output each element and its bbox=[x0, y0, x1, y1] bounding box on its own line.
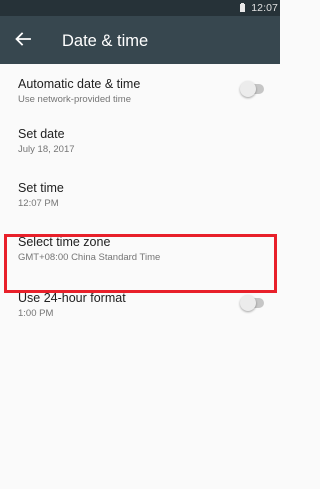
setting-summary: GMT+08:00 China Standard Time bbox=[18, 252, 161, 263]
page-title: Date & time bbox=[62, 32, 149, 50]
setting-set-time[interactable]: Set time 12:07 PM bbox=[0, 168, 280, 222]
toggle-thumb bbox=[240, 295, 256, 311]
settings-list: Automatic date & time Use network-provid… bbox=[0, 64, 280, 332]
setting-title: Set time bbox=[18, 181, 64, 195]
battery-icon bbox=[240, 3, 245, 12]
use-24-hour-format-toggle[interactable] bbox=[240, 295, 266, 311]
app-bar: Date & time bbox=[0, 16, 280, 64]
setting-automatic-date-time[interactable]: Automatic date & time Use network-provid… bbox=[0, 64, 280, 114]
setting-title: Set date bbox=[18, 127, 65, 141]
setting-summary: July 18, 2017 bbox=[18, 144, 75, 155]
setting-title: Select time zone bbox=[18, 235, 111, 249]
status-bar: 12:07 bbox=[0, 0, 280, 16]
setting-summary: 1:00 PM bbox=[18, 308, 54, 319]
setting-title: Use 24-hour format bbox=[18, 291, 126, 305]
automatic-date-time-toggle[interactable] bbox=[240, 81, 266, 97]
setting-select-time-zone[interactable]: Select time zone GMT+08:00 China Standar… bbox=[0, 222, 280, 278]
setting-set-date[interactable]: Set date July 18, 2017 bbox=[0, 114, 280, 168]
toggle-thumb bbox=[240, 81, 256, 97]
back-button[interactable] bbox=[13, 29, 33, 49]
setting-summary: Use network-provided time bbox=[18, 94, 131, 105]
status-time: 12:07 bbox=[251, 2, 278, 14]
setting-summary: 12:07 PM bbox=[18, 198, 59, 209]
arrow-left-icon bbox=[13, 29, 33, 49]
setting-title: Automatic date & time bbox=[18, 77, 141, 91]
setting-use-24-hour-format[interactable]: Use 24-hour format 1:00 PM bbox=[0, 278, 280, 332]
